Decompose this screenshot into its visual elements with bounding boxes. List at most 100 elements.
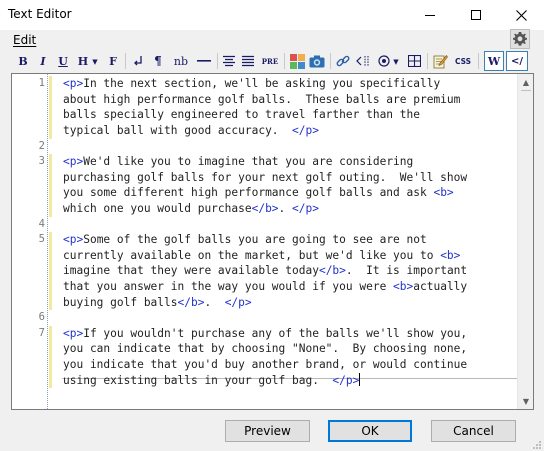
edit-style-icon: [433, 54, 448, 68]
code-text-run: imagine that they were available today: [63, 264, 319, 278]
code-text-run: .: [204, 295, 225, 309]
symbol-dropdown-icon[interactable]: ▼: [391, 51, 401, 71]
code-line: you can indicate that by choosing "None"…: [63, 341, 467, 357]
code-line: you indicate that you'd buy another bran…: [63, 357, 467, 373]
resize-grip-icon[interactable]: [532, 440, 542, 450]
color-palette-icon: [289, 53, 305, 69]
toolbar-divider: [478, 53, 479, 69]
cancel-button[interactable]: Cancel: [431, 420, 516, 442]
paragraph-button[interactable]: ¶: [151, 51, 165, 71]
minimize-icon: [425, 14, 435, 16]
formatting-toolbar: B I U H ▼ F ¶ nb PRE ▼ CSS W </: [10, 51, 534, 71]
pilcrow-icon: ¶: [154, 54, 162, 68]
code-text-run: If you wouldn't purchase any of the ball…: [83, 326, 468, 340]
code-line: <p>We'd like you to imagine that you are…: [63, 154, 413, 170]
html-tag: </p>: [292, 124, 319, 137]
insert-link-button[interactable]: [335, 51, 351, 71]
code-text-run: using existing balls in your golf bag.: [63, 373, 333, 387]
horizontal-rule-icon: [197, 60, 211, 62]
anchor-arrow-icon: [356, 56, 369, 66]
anchor-button[interactable]: [355, 51, 373, 71]
code-line: about high performance golf balls. These…: [63, 92, 460, 108]
source-mode-button[interactable]: </: [506, 51, 528, 71]
scroll-up-arrow-icon[interactable]: ▲: [518, 74, 533, 90]
html-tag: </p>: [292, 202, 319, 215]
code-text-run: .: [278, 202, 293, 215]
insert-image-button[interactable]: [309, 51, 325, 71]
table-icon: [407, 55, 421, 67]
code-text-run: actually: [413, 280, 468, 293]
html-tag: <b>: [433, 186, 454, 200]
bold-button[interactable]: B: [16, 51, 30, 71]
symbol-icon: [378, 55, 390, 67]
html-tag: </b>: [177, 295, 205, 309]
code-line: you some different high performance golf…: [63, 185, 454, 201]
code-text-run: Some of the golf balls you are going to …: [83, 233, 427, 247]
nbsp-button[interactable]: nb: [171, 51, 191, 71]
scroll-down-arrow-icon[interactable]: ▼: [518, 393, 533, 409]
code-text-run: which one you would purchase: [63, 202, 252, 215]
menu-bar: Edit: [0, 30, 544, 50]
code-line: that you answer in the way you would if …: [63, 279, 467, 295]
change-marker: [49, 232, 52, 311]
insert-symbol-button[interactable]: [377, 51, 391, 71]
code-text-run: We'd like you to imagine that you are co…: [83, 155, 414, 169]
ok-button[interactable]: OK: [328, 420, 412, 442]
italic-button[interactable]: I: [36, 51, 50, 71]
horizontal-rule-button[interactable]: [196, 51, 212, 71]
html-tag: </p>: [332, 373, 360, 387]
settings-button[interactable]: [510, 29, 530, 49]
color-button[interactable]: [289, 51, 305, 71]
align-justify-button[interactable]: [241, 51, 255, 71]
code-line: currently available on the market, but w…: [63, 248, 460, 264]
code-line: imagine that they were available today</…: [63, 263, 467, 279]
html-tag: <p>: [63, 326, 84, 340]
edit-style-button[interactable]: [432, 51, 448, 71]
html-tag: <b>: [393, 280, 414, 293]
line-break-button[interactable]: [131, 51, 145, 71]
change-marker: [49, 154, 52, 217]
text-caret: [359, 372, 361, 386]
code-text-run: In the next section, we'll be asking you…: [83, 77, 441, 91]
link-icon: [336, 55, 350, 67]
align-center-icon: [223, 55, 235, 67]
source-editor[interactable]: 1234567 <p>In the next section, we'll be…: [11, 73, 534, 410]
underline-button[interactable]: U: [56, 51, 70, 71]
preformatted-button[interactable]: PRE: [260, 51, 280, 71]
code-line: buying golf balls</b>. </p>: [63, 295, 252, 311]
gutter-divider: [47, 74, 48, 409]
code-text-run: you indicate that you'd buy another bran…: [63, 358, 468, 371]
window-title: Text Editor: [8, 7, 72, 21]
code-line: <p>If you wouldn't purchase any of the b…: [63, 326, 467, 342]
scrollbar-thumb[interactable]: [521, 90, 531, 94]
minimize-button[interactable]: [407, 0, 453, 30]
wysiwyg-mode-button[interactable]: W: [484, 51, 504, 71]
toolbar-divider: [125, 53, 126, 69]
heading-button[interactable]: H: [76, 51, 90, 71]
code-text-run: typical ball with good accuracy.: [63, 124, 293, 137]
align-center-button[interactable]: [222, 51, 236, 71]
html-tag: <p>: [63, 155, 84, 169]
maximize-button[interactable]: [453, 0, 499, 30]
font-button[interactable]: F: [106, 51, 120, 71]
line-number: 3: [38, 155, 45, 168]
line-number: 4: [38, 217, 45, 230]
heading-dropdown-icon[interactable]: ▼: [90, 51, 100, 71]
toolbar-divider: [217, 53, 218, 69]
toolbar-divider: [427, 53, 428, 69]
insert-table-button[interactable]: [406, 51, 422, 71]
close-button[interactable]: [498, 0, 544, 30]
toolbar-divider: [284, 53, 285, 69]
code-text-run: buying golf balls: [63, 295, 178, 309]
toolbar-divider: [330, 53, 331, 69]
code-line: purchasing golf balls for your next golf…: [63, 170, 467, 186]
css-button[interactable]: CSS: [452, 51, 474, 71]
menu-edit[interactable]: Edit: [13, 33, 36, 47]
preview-button[interactable]: Preview: [225, 420, 310, 442]
change-marker: [49, 325, 52, 389]
code-text-run: about high performance golf balls. These…: [63, 92, 461, 106]
code-line: balls specially engineered to travel far…: [63, 107, 420, 123]
html-tag: <p>: [63, 77, 84, 91]
line-number: 6: [38, 311, 45, 324]
vertical-scrollbar[interactable]: ▲ ▼: [517, 74, 533, 409]
